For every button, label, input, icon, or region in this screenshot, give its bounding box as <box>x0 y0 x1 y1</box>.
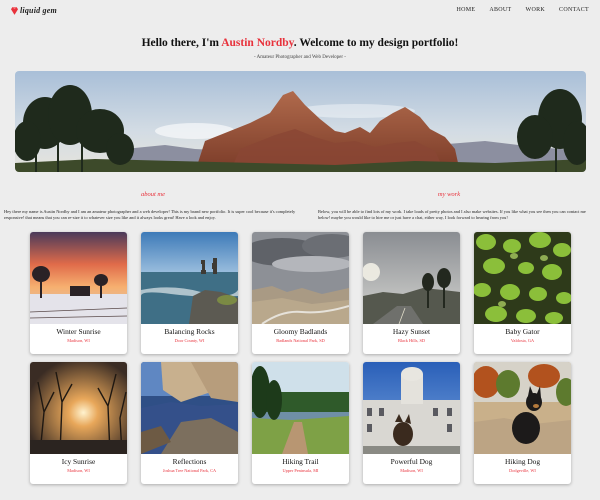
card-title: Reflections <box>172 457 207 466</box>
card-title: Hiking Trail <box>282 457 319 466</box>
hazy-sunset-photo <box>363 232 460 324</box>
card-location: Valdosta, GA <box>510 338 535 343</box>
card-title: Winter Sunrise <box>56 327 101 336</box>
card-title: Icy Sunrise <box>61 457 96 466</box>
card-location: Dodgeville, WI <box>509 468 536 473</box>
baby-gator-photo <box>474 232 571 324</box>
portfolio-card-hiking-dog[interactable]: Hiking Dog Dodgeville, WI <box>474 362 571 484</box>
card-title: Baby Gator <box>505 327 540 336</box>
page-subtitle: - Amateur Photographer and Web Developer… <box>254 55 346 60</box>
card-location: Badlands National Park, SD <box>276 338 325 343</box>
logo[interactable]: liquid gem <box>11 6 57 15</box>
badlands-photo <box>252 232 349 324</box>
about-text: Hey there my name is Austin Nordby and I… <box>4 209 296 221</box>
nav-link-work[interactable]: WORK <box>526 7 546 13</box>
title-prefix: Hello there, I'm <box>141 37 222 49</box>
card-location: Upper Peninsula, MI <box>282 468 319 473</box>
icy-sunrise-photo <box>30 362 127 454</box>
portfolio-card-hazy-sunset[interactable]: Hazy Sunset Black Hills, SD <box>363 232 460 354</box>
balancing-rocks-photo <box>141 232 238 324</box>
card-location: Madison, WI <box>67 338 90 343</box>
portfolio-card-hiking-trail[interactable]: Hiking Trail Upper Peninsula, MI <box>252 362 349 484</box>
hiking-dog-photo <box>474 362 571 454</box>
title-suffix: . Welcome to my design portfolio! <box>293 37 459 49</box>
card-location: Madison, WI <box>67 468 90 473</box>
nav-link-home[interactable]: HOME <box>456 7 475 13</box>
nav-link-contact[interactable]: CONTACT <box>559 7 589 13</box>
hero-banner-image <box>15 71 586 172</box>
card-title: Gloomy Badlands <box>273 327 328 336</box>
card-location: Joshua Tree National Park, CA <box>162 468 217 473</box>
portfolio-card-reflections[interactable]: Reflections Joshua Tree National Park, C… <box>141 362 238 484</box>
card-title: Balancing Rocks <box>164 327 215 336</box>
powerful-dog-photo <box>363 362 460 454</box>
portfolio-card-balancing-rocks[interactable]: Balancing Rocks Door County, WI <box>141 232 238 354</box>
about-heading: about me <box>140 191 165 198</box>
gem-icon <box>11 6 18 15</box>
card-title: Hiking Dog <box>504 457 541 466</box>
card-location: Madison, WI <box>400 468 423 473</box>
logo-text: liquid gem <box>20 6 57 15</box>
page-title: Hello there, I'm Austin Nordby. Welcome … <box>0 37 600 49</box>
title-name: Austin Nordby <box>221 37 294 49</box>
card-location: Black Hills, SD <box>397 338 426 343</box>
work-text: Below, you will be able to find lots of … <box>318 209 586 221</box>
portfolio-card-winter-sunrise[interactable]: Winter Sunrise Madison, WI <box>30 232 127 354</box>
hiking-trail-photo <box>252 362 349 454</box>
portfolio-card-powerful-dog[interactable]: Powerful Dog Madison, WI <box>363 362 460 484</box>
winter-sunrise-photo <box>30 232 127 324</box>
card-location: Door County, WI <box>174 338 205 343</box>
portfolio-card-gloomy-badlands[interactable]: Gloomy Badlands Badlands National Park, … <box>252 232 349 354</box>
nav-link-about[interactable]: ABOUT <box>489 7 511 13</box>
nav-links: HOME ABOUT WORK CONTACT <box>456 7 589 13</box>
card-title: Powerful Dog <box>390 457 433 466</box>
top-nav: liquid gem HOME ABOUT WORK CONTACT <box>0 0 600 22</box>
portfolio-card-icy-sunrise[interactable]: Icy Sunrise Madison, WI <box>30 362 127 484</box>
work-heading: my work <box>437 191 461 198</box>
portfolio-card-baby-gator[interactable]: Baby Gator Valdosta, GA <box>474 232 571 354</box>
reflections-photo <box>141 362 238 454</box>
card-title: Hazy Sunset <box>392 327 431 336</box>
